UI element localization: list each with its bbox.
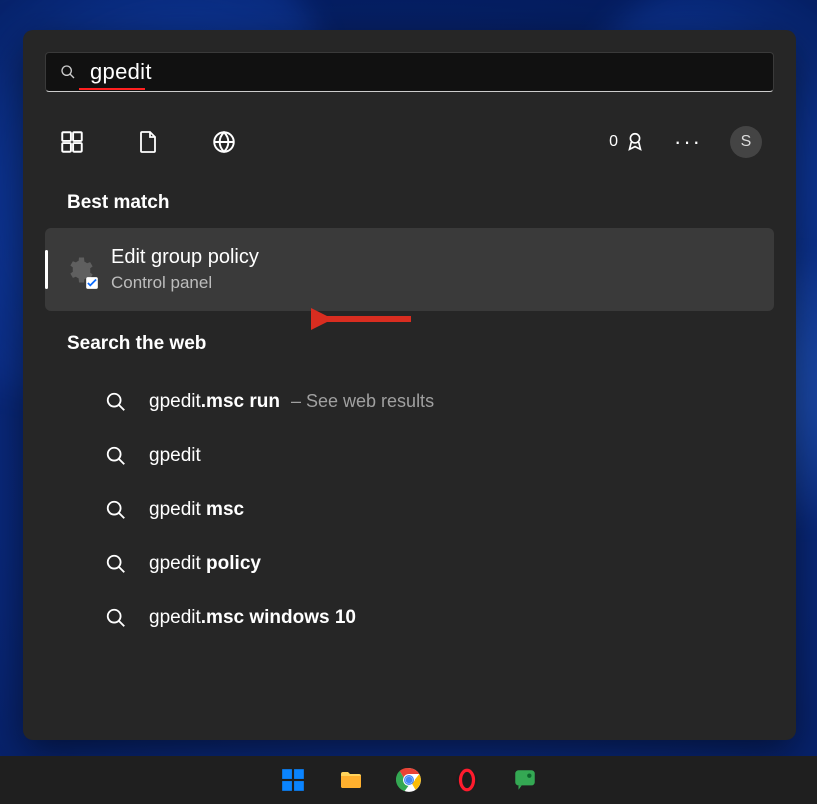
file-explorer-icon[interactable] xyxy=(336,765,366,795)
documents-scope-icon[interactable] xyxy=(133,127,163,157)
more-options-icon[interactable]: ··· xyxy=(674,129,702,155)
best-match-heading: Best match xyxy=(23,170,796,228)
web-result-item[interactable]: gpedit msc xyxy=(45,483,774,537)
search-icon xyxy=(105,391,127,413)
web-result-item[interactable]: gpedit.msc run – See web results xyxy=(45,375,774,429)
best-match-result[interactable]: Edit group policy Control panel xyxy=(45,228,774,311)
search-icon xyxy=(105,607,127,629)
chat-app-icon[interactable] xyxy=(510,765,540,795)
search-toolbar: 0 ··· S xyxy=(23,92,796,170)
best-match-title: Edit group policy xyxy=(111,246,259,269)
web-results-list: gpedit.msc run – See web results gpedit … xyxy=(23,375,796,645)
taskbar xyxy=(0,756,817,804)
best-match-subtitle: Control panel xyxy=(111,273,259,293)
web-result-item[interactable]: gpedit xyxy=(45,429,774,483)
avatar-initial: S xyxy=(741,133,752,151)
medal-icon xyxy=(624,131,646,153)
start-search-panel: 0 ··· S Best match Edit group policy Con… xyxy=(23,30,796,740)
web-result-label: gpedit.msc windows 10 xyxy=(149,607,362,629)
web-result-label: gpedit msc xyxy=(149,499,250,521)
search-icon xyxy=(105,499,127,521)
web-result-item[interactable]: gpedit.msc windows 10 xyxy=(45,591,774,645)
start-button[interactable] xyxy=(278,765,308,795)
web-result-label: gpedit policy xyxy=(149,553,267,575)
gear-icon xyxy=(61,252,97,288)
search-input[interactable] xyxy=(90,59,763,85)
search-input-container[interactable] xyxy=(45,52,774,92)
search-web-heading: Search the web xyxy=(23,311,796,369)
rewards-count: 0 xyxy=(609,133,618,151)
annotation-underline xyxy=(79,88,145,90)
web-result-item[interactable]: gpedit policy xyxy=(45,537,774,591)
search-icon xyxy=(105,553,127,575)
web-result-label: gpedit xyxy=(149,445,207,467)
rewards-badge[interactable]: 0 xyxy=(609,131,646,153)
profile-avatar[interactable]: S xyxy=(730,126,762,158)
web-scope-icon[interactable] xyxy=(209,127,239,157)
selection-indicator xyxy=(45,250,48,289)
web-result-label: gpedit.msc run – See web results xyxy=(149,391,434,413)
search-icon xyxy=(60,64,76,80)
search-icon xyxy=(105,445,127,467)
chrome-icon[interactable] xyxy=(394,765,424,795)
apps-scope-icon[interactable] xyxy=(57,127,87,157)
opera-icon[interactable] xyxy=(452,765,482,795)
